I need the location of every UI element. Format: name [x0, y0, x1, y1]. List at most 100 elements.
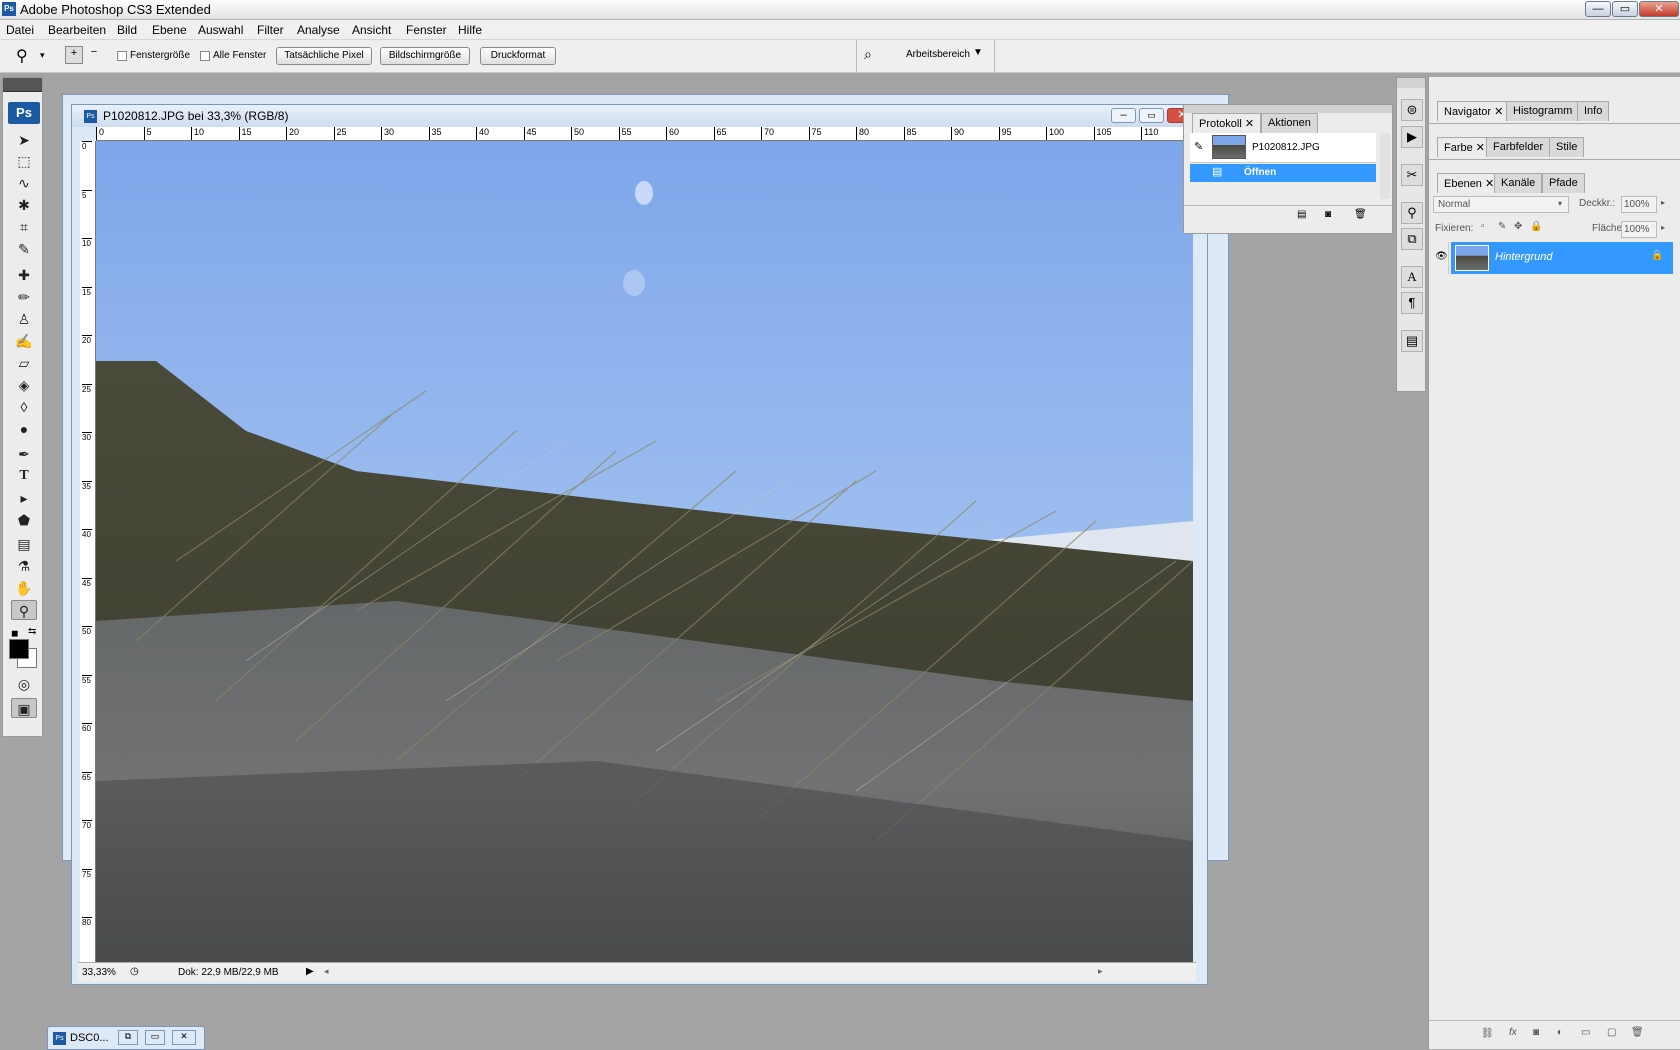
actions-play-icon[interactable]: ▶	[1401, 126, 1423, 148]
screen-mode-icon[interactable]: ▣	[11, 698, 37, 718]
clone-stamp-tool-icon[interactable]: ♙	[11, 309, 37, 329]
menu-analyse[interactable]: Analyse	[295, 22, 342, 38]
brush-tool-icon[interactable]: ✏	[11, 287, 37, 307]
healing-brush-tool-icon[interactable]: ✚	[11, 265, 37, 285]
tab-stile[interactable]: Stile	[1549, 137, 1585, 157]
brushes-panel-icon[interactable]: ⊜	[1401, 99, 1423, 121]
fill-slider-arrow-icon[interactable]: ▸	[1661, 223, 1665, 232]
tab-info[interactable]: Info	[1577, 101, 1610, 121]
new-layer-icon[interactable]: ▢	[1607, 1027, 1616, 1038]
tool-presets-icon[interactable]: ✂	[1401, 164, 1423, 186]
tab-aktionen[interactable]: Aktionen	[1261, 113, 1318, 133]
default-colors-icon[interactable]: ◼	[11, 628, 18, 639]
layer-comps-icon[interactable]: ⧉	[1401, 228, 1423, 250]
blur-tool-icon[interactable]: ◊	[11, 397, 37, 417]
eyedropper-tool-icon[interactable]: ⚗	[11, 556, 37, 576]
druckformat-button[interactable]: Druckformat	[480, 47, 556, 65]
restore-button[interactable]: ▭	[1612, 1, 1638, 17]
menu-ansicht[interactable]: Ansicht	[350, 22, 393, 38]
menu-ebene[interactable]: Ebene	[150, 22, 189, 38]
tool-preset-chevron-down-icon[interactable]: ▾	[40, 50, 45, 61]
tab-pfade[interactable]: Pfade	[1542, 173, 1585, 193]
lock-all-icon[interactable]: 🔒	[1530, 221, 1542, 232]
arbeitsbereich-dropdown-icon[interactable]: ▼	[973, 47, 983, 58]
opacity-field[interactable]: 100%	[1621, 196, 1657, 213]
minimized-doc-restore-button[interactable]: ⧉	[118, 1030, 138, 1045]
status-info-icon[interactable]: ◷	[130, 966, 139, 977]
fenstergroesse-checkbox[interactable]	[117, 51, 127, 61]
history-brush-source-icon[interactable]: ✎	[1194, 140, 1203, 153]
menu-filter[interactable]: Filter	[255, 22, 286, 38]
fill-field[interactable]: 100%	[1621, 221, 1657, 238]
document-maximize-button[interactable]: ▭	[1139, 108, 1164, 123]
status-menu-arrow-icon[interactable]: ▶	[306, 966, 314, 977]
menu-bild[interactable]: Bild	[115, 22, 139, 38]
history-scrollbar[interactable]	[1380, 133, 1390, 199]
foreground-color-swatch[interactable]	[9, 639, 29, 659]
layer-name[interactable]: Hintergrund	[1495, 251, 1552, 263]
hand-tool-icon[interactable]: ✋	[11, 578, 37, 598]
lock-image-icon[interactable]: ✎	[1498, 221, 1506, 232]
minimize-button[interactable]: —	[1585, 1, 1611, 17]
zoom-out-icon[interactable]: −	[85, 46, 103, 64]
minimized-doc-close-button[interactable]: ✕	[172, 1030, 196, 1045]
tab-navigator[interactable]: Navigator ✕	[1437, 101, 1511, 121]
image-canvas[interactable]	[96, 141, 1193, 966]
blend-mode-select[interactable]: Normal ▾	[1433, 196, 1569, 213]
zoom-tool-icon[interactable]: ⚲	[16, 46, 28, 66]
minimized-doc-maximize-button[interactable]: ▭	[145, 1030, 165, 1045]
file-browser-icon[interactable]: ⌕	[864, 46, 884, 64]
menu-auswahl[interactable]: Auswahl	[196, 22, 245, 38]
swap-colors-icon[interactable]: ⇆	[28, 626, 36, 637]
alle-fenster-checkbox[interactable]	[200, 51, 210, 61]
clone-source-icon[interactable]: ⚲	[1401, 202, 1423, 224]
tatsaechliche-pixel-button[interactable]: Tatsächliche Pixel	[276, 47, 372, 65]
tab-ebenen[interactable]: Ebenen ✕	[1437, 173, 1502, 193]
tab-farbfelder[interactable]: Farbfelder	[1486, 137, 1551, 157]
path-selection-tool-icon[interactable]: ▸	[11, 488, 37, 508]
paragraph-panel-icon[interactable]: ¶	[1401, 292, 1423, 314]
menu-bearbeiten[interactable]: Bearbeiten	[46, 22, 108, 38]
add-mask-icon[interactable]: ◙	[1533, 1027, 1539, 1038]
dodge-tool-icon[interactable]: ●	[11, 419, 37, 439]
marquee-tool-icon[interactable]: ⬚	[11, 151, 37, 171]
menu-hilfe[interactable]: Hilfe	[456, 22, 484, 38]
layer-style-fx-icon[interactable]: fx	[1509, 1027, 1517, 1038]
horizontal-ruler[interactable]: 0 5 10 15 20 25 30 35 40 45 50 55 60 65 70 75 80 85 90 95 10…	[96, 127, 1193, 141]
lock-position-icon[interactable]: ✥	[1514, 221, 1522, 232]
adjustment-layer-icon[interactable]: ◐	[1557, 1027, 1563, 1038]
layer-visibility-cell[interactable]: 👁	[1433, 242, 1449, 274]
delete-state-icon[interactable]: 🗑	[1354, 209, 1367, 220]
minimized-document[interactable]: Ps DSC0... ⧉ ▭ ✕	[47, 1026, 205, 1050]
tab-farbe[interactable]: Farbe ✕	[1437, 137, 1493, 157]
tab-kanaele[interactable]: Kanäle	[1494, 173, 1543, 193]
toolbox-header[interactable]	[3, 78, 42, 92]
zoom-in-icon[interactable]: +	[65, 46, 83, 64]
close-button[interactable]: ✕	[1639, 1, 1679, 17]
lock-transparency-icon[interactable]: ▫	[1481, 221, 1485, 232]
magic-wand-tool-icon[interactable]: ✱	[11, 195, 37, 215]
new-snapshot-icon[interactable]: ◙	[1325, 209, 1331, 220]
info-sheet-icon[interactable]: ▤	[1401, 330, 1423, 352]
menu-datei[interactable]: Datei	[4, 22, 36, 38]
scroll-left-arrow-icon[interactable]: ◂	[324, 966, 329, 977]
slice-tool-icon[interactable]: ✎	[11, 239, 37, 259]
tab-protokoll[interactable]: Protokoll ✕	[1192, 113, 1262, 133]
zoom-level[interactable]: 33,33%	[82, 967, 116, 978]
delete-layer-icon[interactable]: 🗑	[1631, 1027, 1644, 1038]
paint-bucket-tool-icon[interactable]: ◈	[11, 375, 37, 395]
dock-header[interactable]	[1397, 78, 1425, 88]
opacity-slider-arrow-icon[interactable]: ▸	[1661, 198, 1665, 207]
history-snapshot-row[interactable]: ✎ P1020812.JPG	[1190, 133, 1376, 163]
notes-tool-icon[interactable]: ▤	[11, 534, 37, 554]
quick-mask-icon[interactable]: ◎	[11, 674, 37, 694]
new-group-icon[interactable]: ▭	[1581, 1027, 1590, 1038]
scroll-right-arrow-icon[interactable]: ▸	[1098, 966, 1103, 977]
lasso-tool-icon[interactable]: ∿	[11, 173, 37, 193]
bildschirmgroesse-button[interactable]: Bildschirmgröße	[380, 47, 470, 65]
menu-fenster[interactable]: Fenster	[404, 22, 449, 38]
shape-tool-icon[interactable]: ⬟	[11, 510, 37, 530]
history-panel-header[interactable]	[1184, 105, 1392, 113]
new-document-from-state-icon[interactable]: ▤	[1297, 209, 1306, 220]
crop-tool-icon[interactable]: ⌗	[11, 217, 37, 237]
